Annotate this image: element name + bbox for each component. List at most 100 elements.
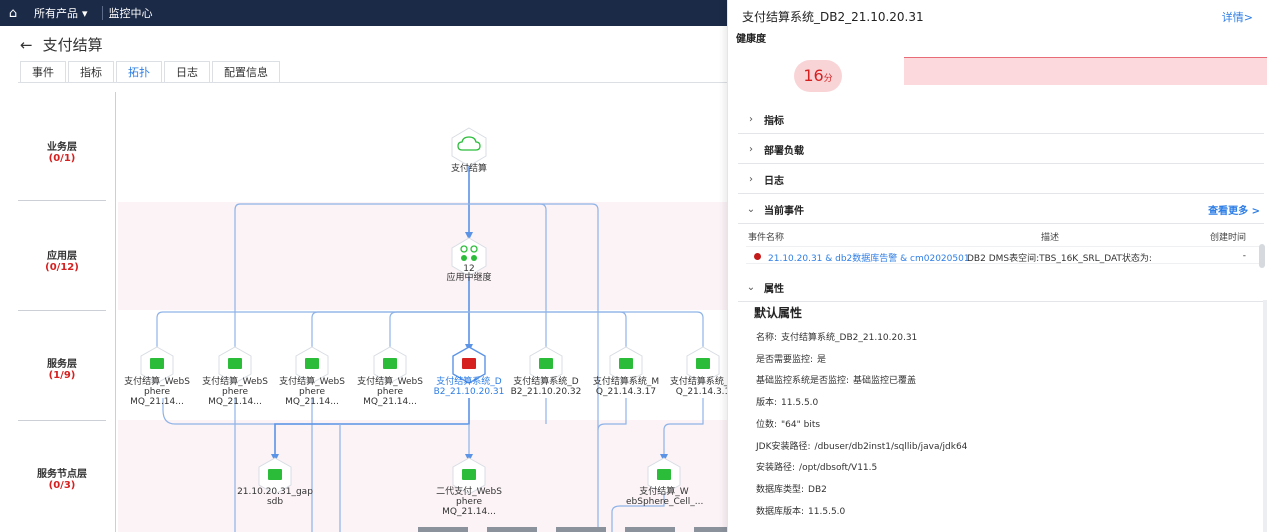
label-line: phere MQ_21.14... xyxy=(363,387,417,407)
service-node-label[interactable]: 支付结算_WebS phere MQ_21.14... xyxy=(352,377,428,407)
detail-panel: 支付结算系统_DB2_21.10.20.31 详情> 健康度 16分 › 指标 … xyxy=(727,0,1267,532)
attr-value: "64" bits xyxy=(781,419,821,430)
attr-value: 是 xyxy=(817,354,827,365)
label-line: 支付结算系统_D xyxy=(436,377,502,387)
col-created-time: 创建时间 xyxy=(1210,233,1247,243)
attribute-row: 安装路径:/opt/dbsoft/V11.5 xyxy=(756,460,877,473)
label-line: ebSphere_Cell_... xyxy=(626,497,704,507)
label-line: 二代支付_WebS xyxy=(436,487,502,497)
scroll-tab[interactable] xyxy=(694,527,727,532)
attr-value: 11.5.5.0 xyxy=(781,398,819,409)
health-trend-chart xyxy=(904,57,1267,85)
scroll-tab[interactable] xyxy=(418,527,468,532)
attr-value: /opt/dbsoft/V11.5 xyxy=(799,463,878,474)
col-desc: 描述 xyxy=(1041,233,1060,243)
score-unit: 分 xyxy=(823,74,833,84)
server-icon xyxy=(462,469,476,480)
events-scrollbar[interactable] xyxy=(1259,244,1265,268)
attribute-row: 数据库版本: 11.5.5.0 xyxy=(756,504,845,517)
attribute-row: 名称: 支付结算系统_DB2_21.10.20.31 xyxy=(756,330,917,343)
service-node-label[interactable]: 支付结算系统_M Q_21.14.3.17 xyxy=(588,377,664,397)
table-row[interactable]: 21.10.20.31 & db2数据库告警 & cm02020501 DB2 … xyxy=(746,246,1262,264)
server-icon xyxy=(657,469,671,480)
section-logs[interactable]: › 日志 xyxy=(738,166,1264,194)
event-name-link[interactable]: 21.10.20.31 & db2数据库告警 & cm02020501 xyxy=(768,251,970,264)
label-line: phere MQ_21.14... xyxy=(442,497,496,517)
server-icon xyxy=(539,358,553,369)
attr-group-title: 默认属性 xyxy=(754,306,803,320)
server-icon xyxy=(696,358,710,369)
topology-graph xyxy=(140,127,720,532)
health-label: 健康度 xyxy=(736,34,766,45)
business-node[interactable] xyxy=(451,127,487,167)
server-icon xyxy=(462,358,476,369)
service-node-label[interactable]: 支付结算_WebS phere MQ_21.14... xyxy=(197,377,273,407)
attr-key: 位数: xyxy=(756,419,778,430)
service-node-label[interactable]: 支付结算_WebS phere MQ_21.14... xyxy=(119,377,195,407)
attribute-row: 是否需要监控: 是 xyxy=(756,352,826,365)
server-icon xyxy=(228,358,242,369)
label-line: phere MQ_21.14... xyxy=(208,387,262,407)
event-time: - xyxy=(1242,251,1246,261)
chevron-right-icon: › xyxy=(749,144,753,155)
server-icon xyxy=(619,358,633,369)
chevron-right-icon: › xyxy=(749,114,753,125)
server-icon xyxy=(305,358,319,369)
section-label: 部署负载 xyxy=(764,146,804,157)
attribute-row: 基础监控系统是否监控: 基础监控已覆盖 xyxy=(756,373,916,386)
attribute-row: 位数: "64" bits xyxy=(756,417,820,430)
label-line: B2_21.10.20.32 xyxy=(510,387,582,397)
service-instance-label[interactable]: 支付结算_W ebSphere_Cell_... xyxy=(626,487,704,507)
service-node-label[interactable]: 支付结算系统_D B2_21.10.20.31 xyxy=(431,377,507,397)
attr-value: 基础监控已覆盖 xyxy=(853,376,917,387)
panel-title: 支付结算系统_DB2_21.10.20.31 xyxy=(742,10,924,24)
label-line: 支付结算_WebS xyxy=(202,377,268,387)
server-icon xyxy=(150,358,164,369)
section-deploy[interactable]: › 部署负载 xyxy=(738,136,1264,164)
section-props[interactable]: ⌄ 属性 xyxy=(738,274,1264,302)
attr-key: 安装路径: xyxy=(756,463,796,474)
health-score: 16 xyxy=(803,66,824,85)
panel-scrollbar[interactable] xyxy=(1263,300,1267,532)
business-node-label[interactable]: 支付结算 xyxy=(431,164,507,174)
attr-value: DB2 xyxy=(808,484,827,495)
scroll-tab[interactable] xyxy=(625,527,675,532)
attr-key: 数据库类型: xyxy=(756,484,805,495)
attr-value: 11.5.5.0 xyxy=(808,506,846,517)
attr-value: /dbuser/db2inst1/sqllib/java/jdk64 xyxy=(814,441,968,452)
label-line: Q_21.14.3.17 xyxy=(595,387,657,397)
attribute-row: 数据库类型: DB2 xyxy=(756,482,827,495)
label-line: 支付结算_WebS xyxy=(124,377,190,387)
server-icon xyxy=(383,358,397,369)
service-instance-label[interactable]: 二代支付_WebS phere MQ_21.14... xyxy=(431,487,507,517)
chevron-right-icon: › xyxy=(749,174,753,185)
attr-key: 版本: xyxy=(756,398,778,409)
app-node-label[interactable]: 应用中继度 xyxy=(431,273,507,283)
service-instance-label[interactable]: 21.10.20.31_gap sdb xyxy=(237,487,313,507)
scroll-tab[interactable] xyxy=(487,527,537,532)
severity-dot xyxy=(754,253,761,260)
label-line: 支付结算_WebS xyxy=(357,377,423,387)
service-node-label[interactable]: 支付结算_WebS phere MQ_21.14... xyxy=(274,377,350,407)
attr-key: JDK安装路径: xyxy=(756,441,811,452)
view-more-link[interactable]: 查看更多 > xyxy=(1208,202,1260,217)
scroll-tab[interactable] xyxy=(556,527,606,532)
attribute-row: JDK安装路径:/dbuser/db2inst1/sqllib/java/jdk… xyxy=(756,439,967,452)
attr-value: 支付结算系统_DB2_21.10.20.31 xyxy=(781,333,918,343)
section-label: 指标 xyxy=(764,116,784,127)
section-label: 当前事件 xyxy=(764,206,804,217)
health-score-badge: 16分 xyxy=(794,60,842,92)
section-metrics[interactable]: › 指标 xyxy=(738,106,1264,134)
section-label: 日志 xyxy=(764,176,784,187)
attr-key: 基础监控系统是否监控: xyxy=(756,376,850,387)
attr-key: 是否需要监控: xyxy=(756,354,814,365)
label-line: 支付结算_W xyxy=(639,487,689,497)
section-events[interactable]: ⌄ 当前事件 查看更多 > xyxy=(738,196,1264,224)
chevron-down-icon: ⌄ xyxy=(746,204,756,215)
detail-link[interactable]: 详情> xyxy=(1222,9,1253,25)
event-desc: DB2 DMS表空间:TBS_16K_SRL_DAT状态为: xyxy=(967,254,1152,264)
label-line: 21.10.20.31_gap xyxy=(237,487,313,497)
service-node-label[interactable]: 支付结算系统_D B2_21.10.20.32 xyxy=(508,377,584,397)
attr-key: 名称: xyxy=(756,333,778,343)
label-line: B2_21.10.20.31 xyxy=(433,387,505,397)
